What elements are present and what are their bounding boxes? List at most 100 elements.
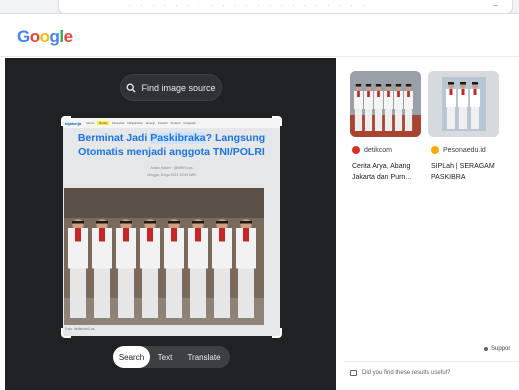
tab-strip-dots: · · · · · · · · · · · · · · · · · · · · …	[129, 3, 369, 9]
article-nav-item-active: Berita	[97, 121, 110, 125]
person-scarf	[195, 228, 201, 242]
person-hat	[240, 221, 252, 224]
logo-letter: o	[29, 27, 40, 46]
person-hat	[375, 84, 382, 87]
google-logo[interactable]: Google	[17, 27, 73, 47]
person-legs	[166, 268, 182, 318]
find-image-source-label: Find image source	[141, 82, 216, 93]
person-legs	[354, 109, 363, 131]
person-hat	[385, 84, 392, 87]
results-panel: detikcom Cerita Arya, Abang Jakarta dan …	[336, 58, 519, 390]
support-link[interactable]: Suppor	[484, 346, 510, 352]
article-date: Minggu, 8 Agu 2021 10:04 WIB	[147, 173, 196, 177]
person-legs	[447, 107, 455, 129]
person-hat	[365, 84, 372, 87]
person-hat	[448, 82, 454, 85]
logo-letter: e	[63, 27, 73, 46]
result-thumbnail[interactable]	[350, 71, 421, 137]
person-scarf	[219, 228, 225, 242]
result-source-name: detikcom	[364, 146, 393, 154]
article-title-line2: Otomatis menjadi anggota TNI/POLRI	[78, 146, 265, 158]
person-legs	[238, 268, 254, 318]
person-legs	[384, 109, 393, 131]
mode-search-tab[interactable]: Search	[113, 346, 150, 368]
person-hat	[120, 221, 132, 224]
article-author: Ardan Hakim · @BRIFocus	[150, 166, 193, 170]
person-scarf	[397, 91, 400, 97]
person-legs	[94, 268, 110, 318]
detikcom-favicon-icon	[352, 146, 360, 154]
article-nav-item: Financial	[112, 121, 125, 125]
person-hat	[192, 221, 204, 224]
feedback-icon	[350, 370, 357, 376]
result-title[interactable]: SIPLah | SERAGAM PASKIBRA	[431, 161, 501, 183]
article-nav-bar: bijakerja Home Berita Financial Infrastr…	[63, 118, 280, 128]
header-divider	[0, 56, 519, 57]
pesonaedu-favicon-icon	[431, 146, 439, 154]
result-source[interactable]: detikcom	[352, 146, 392, 154]
logo-letter: o	[39, 27, 50, 46]
find-image-source-button[interactable]: Find image source	[120, 74, 222, 101]
result-image-2	[428, 71, 499, 137]
person-scarf	[407, 91, 410, 97]
article-title-part: ? Langsung	[205, 132, 266, 144]
feedback-label: Did you find these results useful?	[362, 370, 451, 376]
article-nav-item: Infrastruktur	[127, 121, 144, 125]
article-title: Berminat Jadi Paskibraka? Langsung Otoma…	[67, 131, 276, 159]
browser-tab-strip: · · · · · · · · · · · · · · · · · · · · …	[0, 0, 519, 14]
person-legs	[394, 109, 403, 131]
mode-switcher: Search Text Translate	[113, 346, 230, 368]
lens-icon	[127, 83, 136, 92]
person-scarf	[75, 228, 81, 242]
person-legs	[364, 109, 373, 131]
article-nav-item: Home	[86, 121, 95, 125]
feedback-divider	[344, 361, 519, 362]
article-photo	[64, 188, 264, 325]
person-hat	[96, 221, 108, 224]
browser-tab[interactable]: · · · · · · · · · · · · · · · · · · · · …	[58, 0, 513, 14]
person-legs	[190, 268, 206, 318]
person-legs	[70, 268, 86, 318]
person-hat	[405, 84, 412, 87]
person-legs	[374, 109, 383, 131]
article-nav-item: Energi	[146, 121, 155, 125]
person-scarf	[387, 91, 390, 97]
crop-handle-bottom-left[interactable]	[61, 328, 71, 338]
tab-close-icon[interactable]: –	[494, 1, 498, 10]
marching-troop-photo	[64, 188, 264, 325]
person-hat	[395, 84, 402, 87]
result-source[interactable]: Pesonaedu.id	[431, 146, 486, 154]
person-legs	[471, 107, 479, 129]
crop-handle-top-right[interactable]	[272, 116, 282, 126]
person-legs	[118, 268, 134, 318]
feedback-prompt[interactable]: Did you find these results useful?	[350, 370, 450, 376]
result-source-name: Pesonaedu.id	[443, 146, 486, 154]
person-scarf	[147, 228, 153, 242]
support-label: Suppor	[491, 346, 511, 352]
person-legs	[404, 109, 413, 131]
crop-handle-top-left[interactable]	[61, 116, 71, 126]
person-legs	[142, 268, 158, 318]
mode-translate-tab[interactable]: Translate	[180, 346, 228, 368]
person-legs	[459, 107, 467, 129]
person-hat	[144, 221, 156, 224]
person-hat	[216, 221, 228, 224]
selected-image[interactable]: bijakerja Home Berita Financial Infrastr…	[63, 118, 280, 336]
person-scarf	[473, 89, 477, 95]
article-title-part: Berminat Jadi	[77, 132, 151, 144]
person-scarf	[243, 228, 249, 242]
article-nav-item: Fintech	[170, 121, 181, 125]
result-image-1	[350, 71, 421, 137]
support-dot-icon	[484, 347, 488, 351]
person-hat	[355, 84, 362, 87]
logo-letter: G	[17, 27, 30, 46]
result-title[interactable]: Cerita Arya, Abang Jakarta dan Purn...	[352, 161, 422, 183]
mode-text-tab[interactable]: Text	[150, 346, 180, 368]
article-nav-item: Infografis	[183, 121, 196, 125]
person-scarf	[449, 89, 453, 95]
crop-handle-bottom-right[interactable]	[272, 328, 282, 338]
person-hat	[168, 221, 180, 224]
person-scarf	[367, 91, 370, 97]
result-thumbnail[interactable]	[428, 71, 499, 137]
person-scarf	[357, 91, 360, 97]
